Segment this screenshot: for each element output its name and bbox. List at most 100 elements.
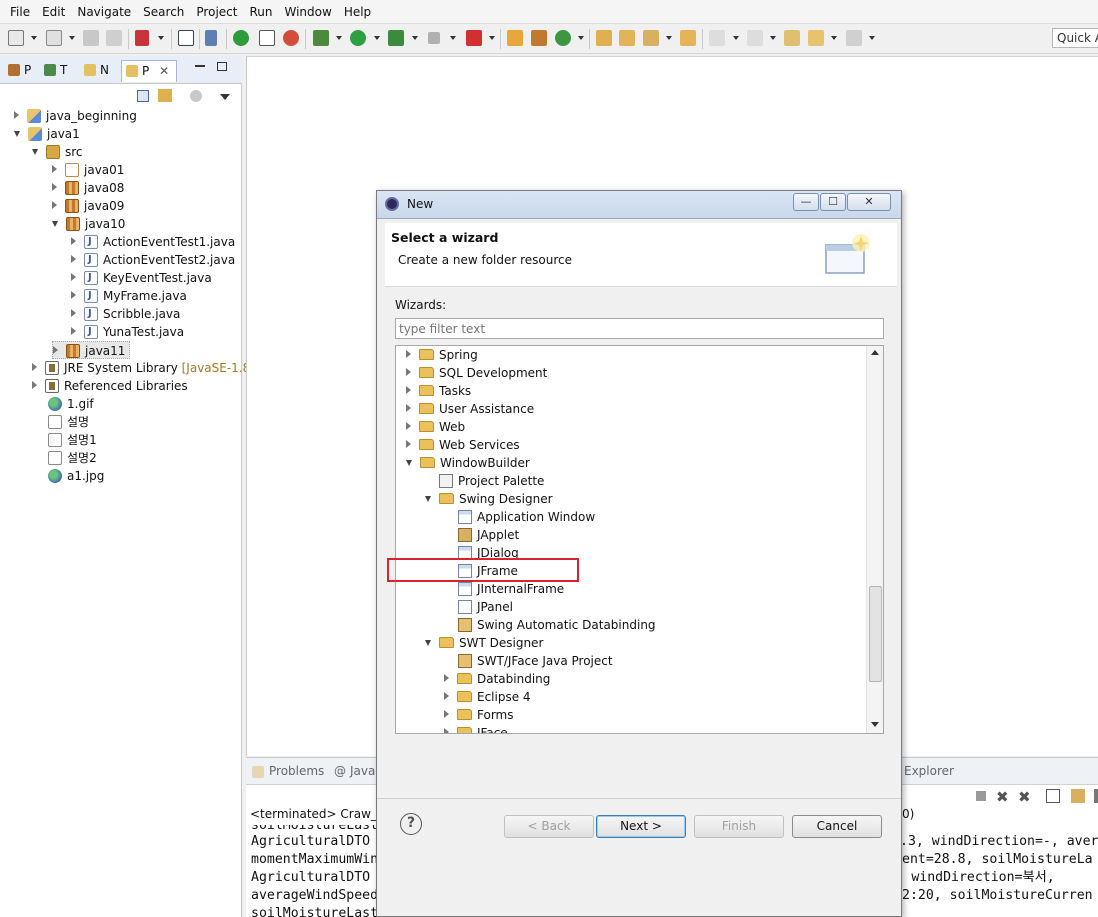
remove-launch-icon[interactable]: ✖ xyxy=(996,788,1009,806)
collapse-all-icon[interactable] xyxy=(137,90,149,102)
wizard-item-tasks[interactable]: Tasks xyxy=(406,382,471,400)
skip-breakpoints-icon[interactable] xyxy=(205,30,217,46)
tree-item-java1[interactable]: java1 xyxy=(14,125,80,143)
cancel-button[interactable]: Cancel xyxy=(792,815,882,838)
menu-navigate[interactable]: Navigate xyxy=(71,5,137,19)
expand-icon[interactable] xyxy=(406,350,411,358)
open-perspective-icon[interactable] xyxy=(680,30,696,46)
collapse-icon[interactable] xyxy=(425,640,431,646)
menu-edit[interactable]: Edit xyxy=(36,5,71,19)
forward-icon[interactable] xyxy=(846,30,862,46)
tree-item-a1jpg[interactable]: a1.jpg xyxy=(48,467,104,485)
next-annotation-icon[interactable] xyxy=(709,30,725,46)
clear-console-icon[interactable] xyxy=(1046,789,1060,803)
link-dropdown-icon[interactable] xyxy=(158,36,164,40)
tree-item-java09[interactable]: java09 xyxy=(52,197,124,215)
maximize-icon[interactable] xyxy=(217,62,227,71)
wizard-item-jinternalframe[interactable]: JInternalFrame xyxy=(458,580,564,598)
tree-item-myframe[interactable]: MyFrame.java xyxy=(71,287,187,305)
collapse-icon[interactable] xyxy=(52,221,58,227)
filter-input[interactable] xyxy=(395,318,884,339)
wizard-item-japplet[interactable]: JApplet xyxy=(458,526,519,544)
quick-access-input[interactable]: Quick A xyxy=(1052,28,1098,48)
menu-search[interactable]: Search xyxy=(137,5,190,19)
search-dropdown-icon[interactable] xyxy=(666,36,672,40)
wizard-item-project-palette[interactable]: Project Palette xyxy=(439,472,544,490)
wizard-item-sql-development[interactable]: SQL Development xyxy=(406,364,547,382)
tree-item-yunatest[interactable]: YunaTest.java xyxy=(71,323,184,341)
next-annotation-dropdown-icon[interactable] xyxy=(733,36,739,40)
tree-item-java11[interactable]: java11 xyxy=(52,341,131,359)
forward-dropdown-icon[interactable] xyxy=(869,36,875,40)
wizard-item-eclipse4[interactable]: Eclipse 4 xyxy=(444,688,531,706)
scroll-thumb[interactable] xyxy=(869,586,882,682)
expand-icon[interactable] xyxy=(406,404,411,412)
scroll-lock-icon[interactable] xyxy=(1071,789,1085,803)
expand-icon[interactable] xyxy=(52,165,57,173)
dialog-titlebar[interactable]: New — ☐ ✕ xyxy=(377,191,901,219)
last-edit-icon[interactable] xyxy=(784,30,800,46)
expand-icon[interactable] xyxy=(71,309,76,317)
close-icon[interactable]: ✕ xyxy=(847,193,891,211)
run-dropdown-icon[interactable] xyxy=(374,36,380,40)
new-project-icon[interactable] xyxy=(46,30,62,46)
menu-project[interactable]: Project xyxy=(190,5,243,19)
expand-icon[interactable] xyxy=(32,381,37,389)
expand-icon[interactable] xyxy=(14,111,19,119)
collapse-icon[interactable] xyxy=(14,131,20,137)
expand-icon[interactable] xyxy=(444,710,449,718)
focus-icon[interactable] xyxy=(190,90,202,102)
back-icon[interactable] xyxy=(808,30,824,46)
tree-item-1gif[interactable]: 1.gif xyxy=(48,395,94,413)
open-task-icon[interactable] xyxy=(619,30,635,46)
menu-run[interactable]: Run xyxy=(243,5,278,19)
tree-item-referenced-libraries[interactable]: Referenced Libraries xyxy=(32,377,188,395)
save-all-icon[interactable] xyxy=(106,30,122,46)
menu-file[interactable]: File xyxy=(4,5,36,19)
new-dropdown-icon[interactable] xyxy=(31,36,37,40)
tree-item-java10[interactable]: java10 xyxy=(52,215,125,233)
wizard-item-swt-designer[interactable]: SWT Designer xyxy=(425,634,543,652)
wizard-item-swing-designer[interactable]: Swing Designer xyxy=(425,490,553,508)
wizard-item-web[interactable]: Web xyxy=(406,418,465,436)
finish-button[interactable]: Finish xyxy=(694,815,784,838)
console-icon[interactable] xyxy=(178,30,194,46)
wizard-item-user-assistance[interactable]: User Assistance xyxy=(406,400,534,418)
expand-icon[interactable] xyxy=(52,183,57,191)
expand-icon[interactable] xyxy=(406,368,411,376)
tree-item-actioneventtest1[interactable]: ActionEventTest1.java xyxy=(71,233,235,251)
tab-type-hierarchy[interactable]: T xyxy=(44,60,67,82)
tree-item-desc[interactable]: 설명 xyxy=(48,413,89,431)
link-editor-icon[interactable] xyxy=(158,89,172,102)
view-menu-icon[interactable] xyxy=(220,94,230,100)
back-button[interactable]: < Back xyxy=(504,815,594,838)
tree-item-scribble[interactable]: Scribble.java xyxy=(71,305,180,323)
server-start-icon[interactable] xyxy=(233,30,249,46)
stop-icon[interactable] xyxy=(428,32,440,44)
maximize-icon[interactable]: ☐ xyxy=(820,193,846,211)
minimize-icon[interactable] xyxy=(195,65,205,67)
expand-icon[interactable] xyxy=(71,255,76,263)
search-icon[interactable] xyxy=(643,30,659,46)
expand-icon[interactable] xyxy=(444,728,449,733)
expand-icon[interactable] xyxy=(53,346,58,354)
run-icon[interactable] xyxy=(350,30,366,46)
minimize-icon[interactable]: — xyxy=(793,193,819,211)
tree-item-src[interactable]: src xyxy=(32,143,83,161)
tree-item-java08[interactable]: java08 xyxy=(52,179,124,197)
open-type-icon[interactable] xyxy=(596,30,612,46)
tree-item-desc2[interactable]: 설명2 xyxy=(48,449,97,467)
debug-dropdown-icon[interactable] xyxy=(336,36,342,40)
expand-icon[interactable] xyxy=(71,327,76,335)
tab-navigator[interactable]: N xyxy=(84,60,109,82)
expand-icon[interactable] xyxy=(71,273,76,281)
external-tools-dropdown-icon[interactable] xyxy=(489,36,495,40)
expand-icon[interactable] xyxy=(444,674,449,682)
save-icon[interactable] xyxy=(83,30,99,46)
link-icon[interactable] xyxy=(135,30,149,46)
tab-package-view[interactable]: P xyxy=(8,60,31,82)
tree-item-java-beginning[interactable]: java_beginning xyxy=(14,107,137,125)
stop-dropdown-icon[interactable] xyxy=(450,36,456,40)
external-tools-icon[interactable] xyxy=(466,30,482,46)
debug-icon[interactable] xyxy=(313,30,329,46)
